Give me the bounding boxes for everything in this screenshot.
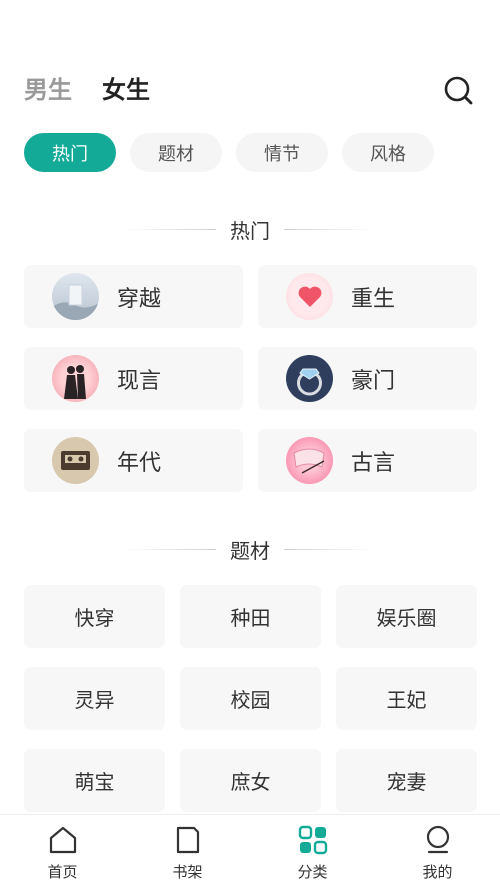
topic-item[interactable]: 王妃: [336, 667, 477, 730]
nav-label: 首页: [47, 863, 78, 881]
nav-label: 书架: [172, 863, 203, 881]
hot-item-rebirth[interactable]: 重生: [258, 265, 477, 328]
nav-profile[interactable]: 我的: [375, 815, 500, 889]
divider: [284, 228, 376, 230]
hot-item-era[interactable]: 年代: [24, 429, 243, 492]
hot-item-label: 古言: [351, 450, 396, 476]
chip-plot[interactable]: 情节: [236, 133, 328, 172]
nav-label: 我的: [422, 863, 453, 881]
topic-item[interactable]: 宠妻: [336, 749, 477, 812]
profile-icon: [426, 825, 449, 854]
hot-item-label: 豪门: [351, 368, 396, 394]
ring-icon: [286, 355, 333, 402]
home-icon: [49, 826, 76, 854]
section-title-text: 题材: [230, 538, 270, 563]
heart-icon: [286, 273, 333, 320]
couple-icon: [52, 355, 99, 402]
search-icon[interactable]: [442, 74, 474, 106]
topic-section-title: 题材: [0, 534, 500, 564]
topic-item[interactable]: 灵异: [24, 667, 165, 730]
divider: [124, 228, 216, 230]
hot-item-label: 重生: [351, 286, 396, 312]
category-chips: 热门 题材 情节 风格: [24, 133, 434, 172]
fan-icon: [286, 437, 333, 484]
topic-item[interactable]: 萌宝: [24, 749, 165, 812]
chip-style[interactable]: 风格: [342, 133, 434, 172]
bookshelf-icon: [176, 826, 199, 854]
hot-item-modern-romance[interactable]: 现言: [24, 347, 243, 410]
topic-item[interactable]: 娱乐圈: [336, 585, 477, 648]
divider: [284, 548, 376, 550]
bottom-nav: 首页 书架 分类 我的: [0, 814, 500, 889]
hot-item-label: 年代: [117, 450, 162, 476]
nav-category[interactable]: 分类: [250, 815, 375, 889]
category-icon: [298, 825, 327, 855]
nav-home[interactable]: 首页: [0, 815, 125, 889]
topic-item[interactable]: 庶女: [180, 749, 321, 812]
hot-item-label: 现言: [117, 368, 162, 394]
section-title-text: 热门: [230, 218, 270, 243]
nav-bookshelf[interactable]: 书架: [125, 815, 250, 889]
hot-item-wealthy-family[interactable]: 豪门: [258, 347, 477, 410]
topic-item[interactable]: 校园: [180, 667, 321, 730]
chip-hot[interactable]: 热门: [24, 133, 116, 172]
hot-item-ancient-romance[interactable]: 古言: [258, 429, 477, 492]
cassette-icon: [52, 437, 99, 484]
divider: [124, 548, 216, 550]
nav-label: 分类: [297, 863, 328, 881]
tab-female[interactable]: 女生: [102, 72, 150, 108]
hot-item-label: 穿越: [117, 286, 162, 312]
tab-male[interactable]: 男生: [24, 72, 72, 108]
topic-item[interactable]: 快穿: [24, 585, 165, 648]
door-icon: [52, 273, 99, 320]
chip-theme[interactable]: 题材: [130, 133, 222, 172]
topic-item[interactable]: 种田: [180, 585, 321, 648]
hot-item-time-travel[interactable]: 穿越: [24, 265, 243, 328]
gender-tabs: 男生 女生: [24, 72, 150, 108]
hot-section-title: 热门: [0, 214, 500, 244]
